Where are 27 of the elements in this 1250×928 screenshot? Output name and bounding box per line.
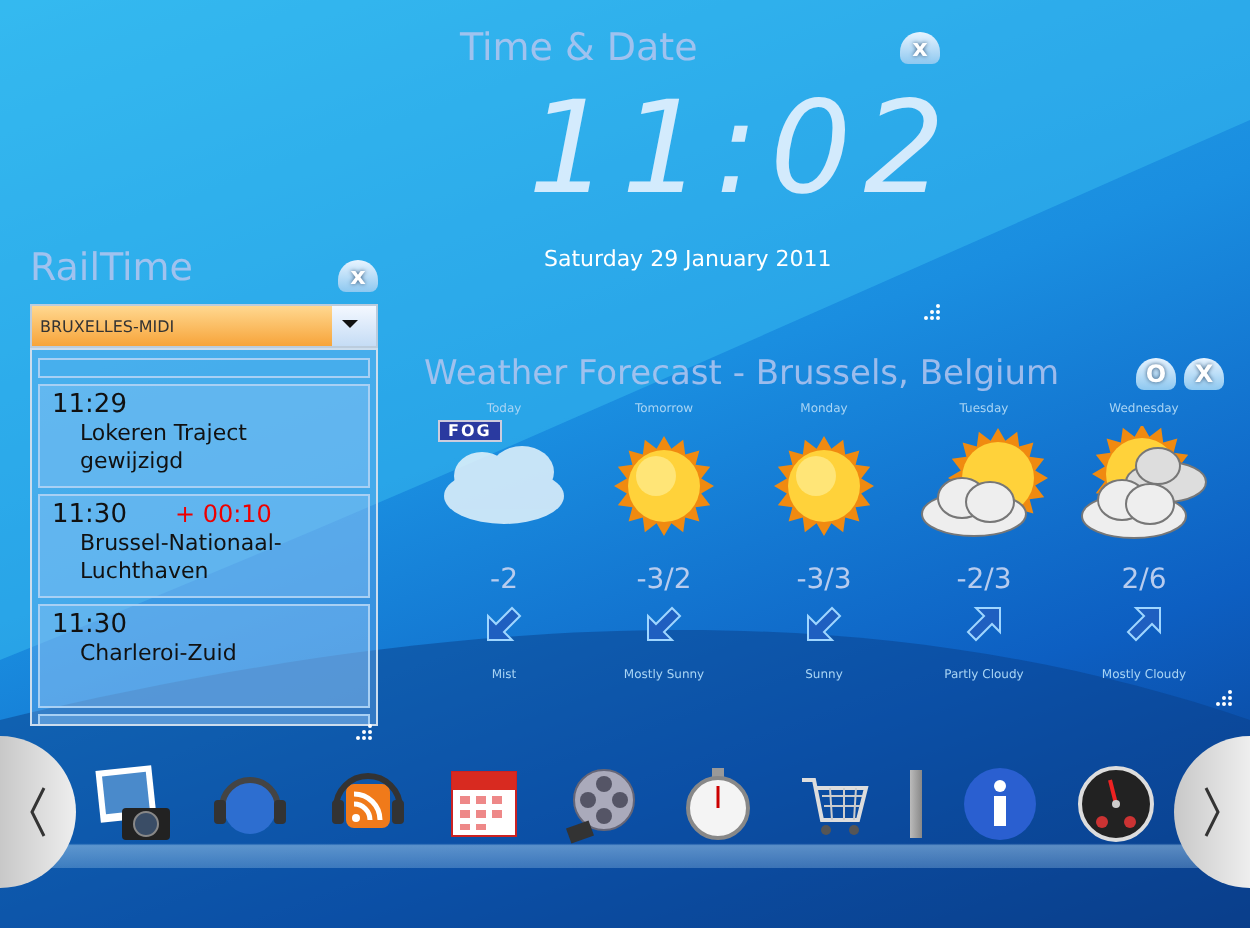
clock-date: Saturday 29 January 2011 (544, 246, 834, 272)
resize-grip-icon[interactable] (356, 724, 372, 740)
resize-grip-icon[interactable] (1216, 690, 1232, 706)
temperature-text: -2/3 (956, 564, 1012, 596)
widget-title: RailTime (30, 246, 193, 290)
departure-card[interactable]: 11:30 + 00:10 Brussel-Nationaal-Luchthaven (38, 494, 370, 598)
delay-text: + 00:10 (174, 500, 272, 528)
temperature-text: -3/3 (796, 564, 852, 596)
chevron-left-icon (28, 786, 48, 838)
widget-title: Time & Date (460, 26, 698, 70)
clock-time: 11:02 (526, 74, 959, 228)
resize-grip-icon[interactable] (924, 304, 940, 320)
temperature-text: -3/2 (636, 564, 692, 596)
temperature-text: -2 (490, 564, 518, 596)
camera-photo-icon[interactable] (94, 764, 175, 844)
caret-icon (332, 306, 376, 346)
departure-card[interactable]: 11:29 Lokeren Traject gewijzigd (38, 384, 370, 488)
widget-title: Weather Forecast - Brussels, Belgium (424, 354, 1060, 394)
dock-separator (910, 770, 923, 838)
station-dropdown[interactable]: BRUXELLES-MIDI (30, 304, 378, 348)
film-reel-icon[interactable] (560, 764, 641, 844)
weather-badge: FOG (438, 420, 502, 442)
departure-card[interactable]: 11:30 Charleroi-Zuid (38, 604, 370, 708)
temperature-text: 2/6 (1121, 564, 1167, 596)
chevron-right-icon (1202, 786, 1222, 838)
gauge-icon[interactable] (1075, 764, 1156, 844)
info-icon[interactable] (959, 764, 1040, 844)
